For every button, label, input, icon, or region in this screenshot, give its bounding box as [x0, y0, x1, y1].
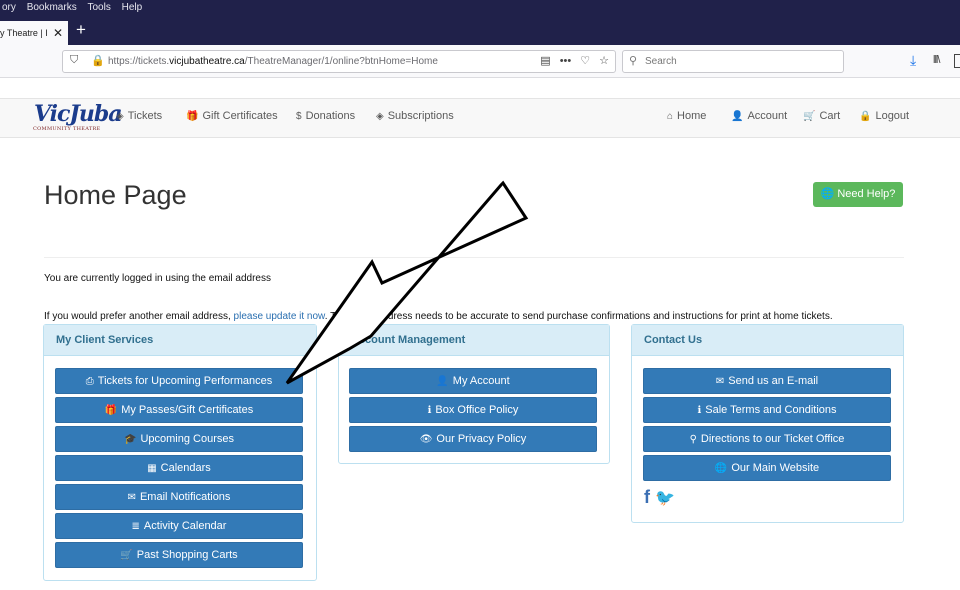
annotation-arrow — [285, 180, 529, 385]
arrow-shape — [285, 180, 529, 385]
